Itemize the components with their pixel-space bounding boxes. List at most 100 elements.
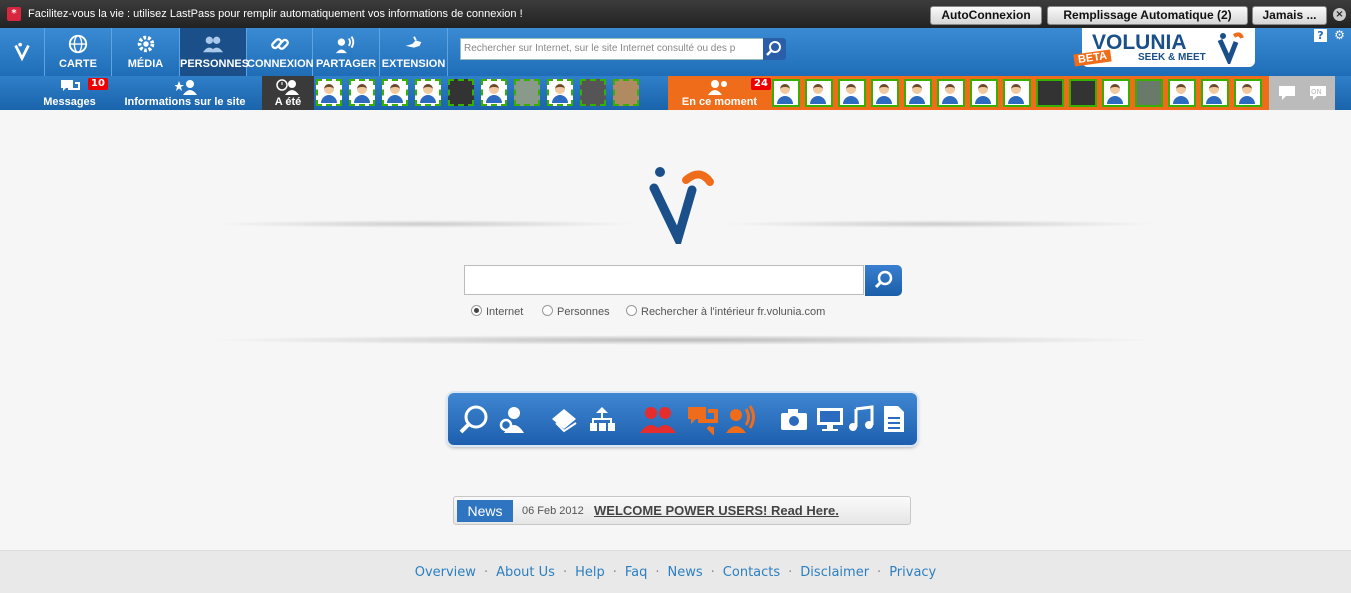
chat-toggle-area: ON [1269, 76, 1335, 110]
nav-media[interactable]: MÉDIA [112, 28, 180, 76]
people-online-icon [708, 80, 727, 95]
footer-link-contacts[interactable]: Contacts [723, 565, 780, 580]
site-home-icon[interactable] [548, 403, 580, 435]
online-avatar[interactable] [871, 79, 899, 107]
visitor-avatar[interactable] [316, 79, 342, 106]
footer-link-privacy[interactable]: Privacy [889, 565, 936, 580]
radio-label: Internet [486, 306, 524, 318]
footer-link-help[interactable]: Help [575, 565, 605, 580]
monitor-icon[interactable] [814, 403, 846, 435]
footer-link-news[interactable]: News [668, 565, 703, 580]
footer-link-disclaimer[interactable]: Disclaimer [800, 565, 869, 580]
visitor-avatar[interactable] [415, 79, 441, 106]
online-avatar[interactable] [1168, 79, 1196, 107]
visitor-avatar[interactable] [613, 79, 639, 106]
share-icon[interactable] [726, 403, 758, 435]
online-avatar[interactable] [772, 79, 800, 107]
visitor-avatar[interactable] [514, 79, 540, 106]
sitemap-icon[interactable] [586, 403, 618, 435]
toolbar-search-button[interactable] [763, 38, 786, 60]
never-button[interactable]: Jamais ... [1252, 6, 1327, 25]
feature-icon-bar [448, 393, 917, 445]
online-now-label: En ce moment [681, 96, 758, 108]
people-icon[interactable] [638, 403, 678, 435]
online-count-badge: 24 [751, 78, 771, 90]
search-icon [766, 41, 781, 56]
online-status-icon[interactable]: ON [1309, 85, 1327, 101]
online-avatar[interactable] [1069, 79, 1097, 107]
online-avatar[interactable] [1234, 79, 1262, 107]
site-info-button[interactable]: Informations sur le site [112, 76, 258, 110]
footer-link-faq[interactable]: Faq [625, 565, 648, 580]
visitor-avatar[interactable] [448, 79, 474, 106]
people-icon [202, 36, 224, 53]
online-avatar[interactable] [1201, 79, 1229, 107]
radio-dot [542, 305, 553, 316]
visitor-avatar[interactable] [349, 79, 375, 106]
volunia-home-button[interactable] [0, 28, 45, 76]
nav-label: CARTE [59, 58, 97, 70]
settings-gear-icon[interactable]: ⚙ [1333, 29, 1346, 42]
decor-line [205, 335, 1160, 345]
online-avatar[interactable] [1102, 79, 1130, 107]
help-icon[interactable]: ? [1314, 29, 1327, 42]
radio-internet[interactable]: Internet [471, 305, 523, 318]
online-avatar[interactable] [970, 79, 998, 107]
footer-links: Overview · About Us · Help · Faq · News · Contacts… [0, 565, 1351, 580]
separator: · [655, 565, 660, 580]
nav-personnes[interactable]: PERSONNES [180, 28, 249, 76]
online-avatar[interactable] [1003, 79, 1031, 107]
online-avatar[interactable] [805, 79, 833, 107]
decor-line [719, 220, 1159, 228]
toolbar-search-input[interactable]: Rechercher sur Internet, sur le site Int… [460, 38, 767, 60]
separator: · [562, 565, 568, 580]
news-label[interactable]: News [457, 500, 513, 522]
chat-bubble-icon [61, 80, 80, 91]
nav-partager[interactable]: PARTAGER [313, 28, 380, 76]
footer-link-about[interactable]: About Us [496, 565, 555, 580]
was-here-button[interactable]: A été [262, 76, 314, 110]
svg-text:ON: ON [1311, 88, 1322, 96]
document-icon[interactable] [878, 403, 910, 435]
person-clock-icon [276, 79, 299, 95]
close-icon[interactable]: × [1333, 8, 1346, 21]
nav-extension[interactable]: EXTENSION [380, 28, 448, 76]
radio-site[interactable]: Rechercher à l'intérieur fr.volunia.com [626, 305, 825, 318]
lastpass-message: Facilitez-vous la vie : utilisez LastPas… [28, 8, 523, 20]
nav-carte[interactable]: CARTE [45, 28, 112, 76]
chat-icon[interactable] [686, 403, 718, 435]
separator: · [710, 565, 715, 580]
visitor-avatar[interactable] [382, 79, 408, 106]
footer: Overview · About Us · Help · Faq · News · Contacts… [0, 550, 1351, 593]
search-people-icon[interactable] [496, 403, 528, 435]
nav-connexion[interactable]: CONNEXION [247, 28, 314, 76]
globe-icon [68, 34, 88, 54]
broadcast-icon [335, 36, 355, 54]
visitor-avatar[interactable] [547, 79, 573, 106]
music-icon[interactable] [846, 403, 878, 435]
main-search-input[interactable] [464, 265, 864, 295]
online-avatar[interactable] [838, 79, 866, 107]
online-avatar[interactable] [904, 79, 932, 107]
was-here-label: A été [274, 96, 302, 108]
camera-icon[interactable] [778, 403, 810, 435]
lastpass-icon: * [7, 7, 21, 21]
autoconnexion-button[interactable]: AutoConnexion [930, 6, 1042, 25]
radio-dot [626, 305, 637, 316]
online-avatar[interactable] [1036, 79, 1064, 107]
plug-icon [405, 36, 421, 48]
main-search-button[interactable] [865, 265, 902, 296]
link-icon [270, 38, 289, 50]
chat-icon[interactable] [1278, 85, 1296, 101]
radio-label: Personnes [557, 306, 610, 318]
search-web-icon[interactable] [458, 403, 490, 435]
visitor-avatar[interactable] [481, 79, 507, 106]
online-avatar[interactable] [1135, 79, 1163, 107]
radio-people[interactable]: Personnes [542, 305, 610, 318]
volunia-logo[interactable]: VOLUNIA SEEK & MEET BETA [1073, 28, 1255, 67]
online-avatar[interactable] [937, 79, 965, 107]
footer-link-overview[interactable]: Overview [415, 565, 476, 580]
news-title-link[interactable]: WELCOME POWER USERS! Read Here. [594, 503, 839, 518]
autofill-button[interactable]: Remplissage Automatique (2) [1047, 6, 1248, 25]
visitor-avatar[interactable] [580, 79, 606, 106]
